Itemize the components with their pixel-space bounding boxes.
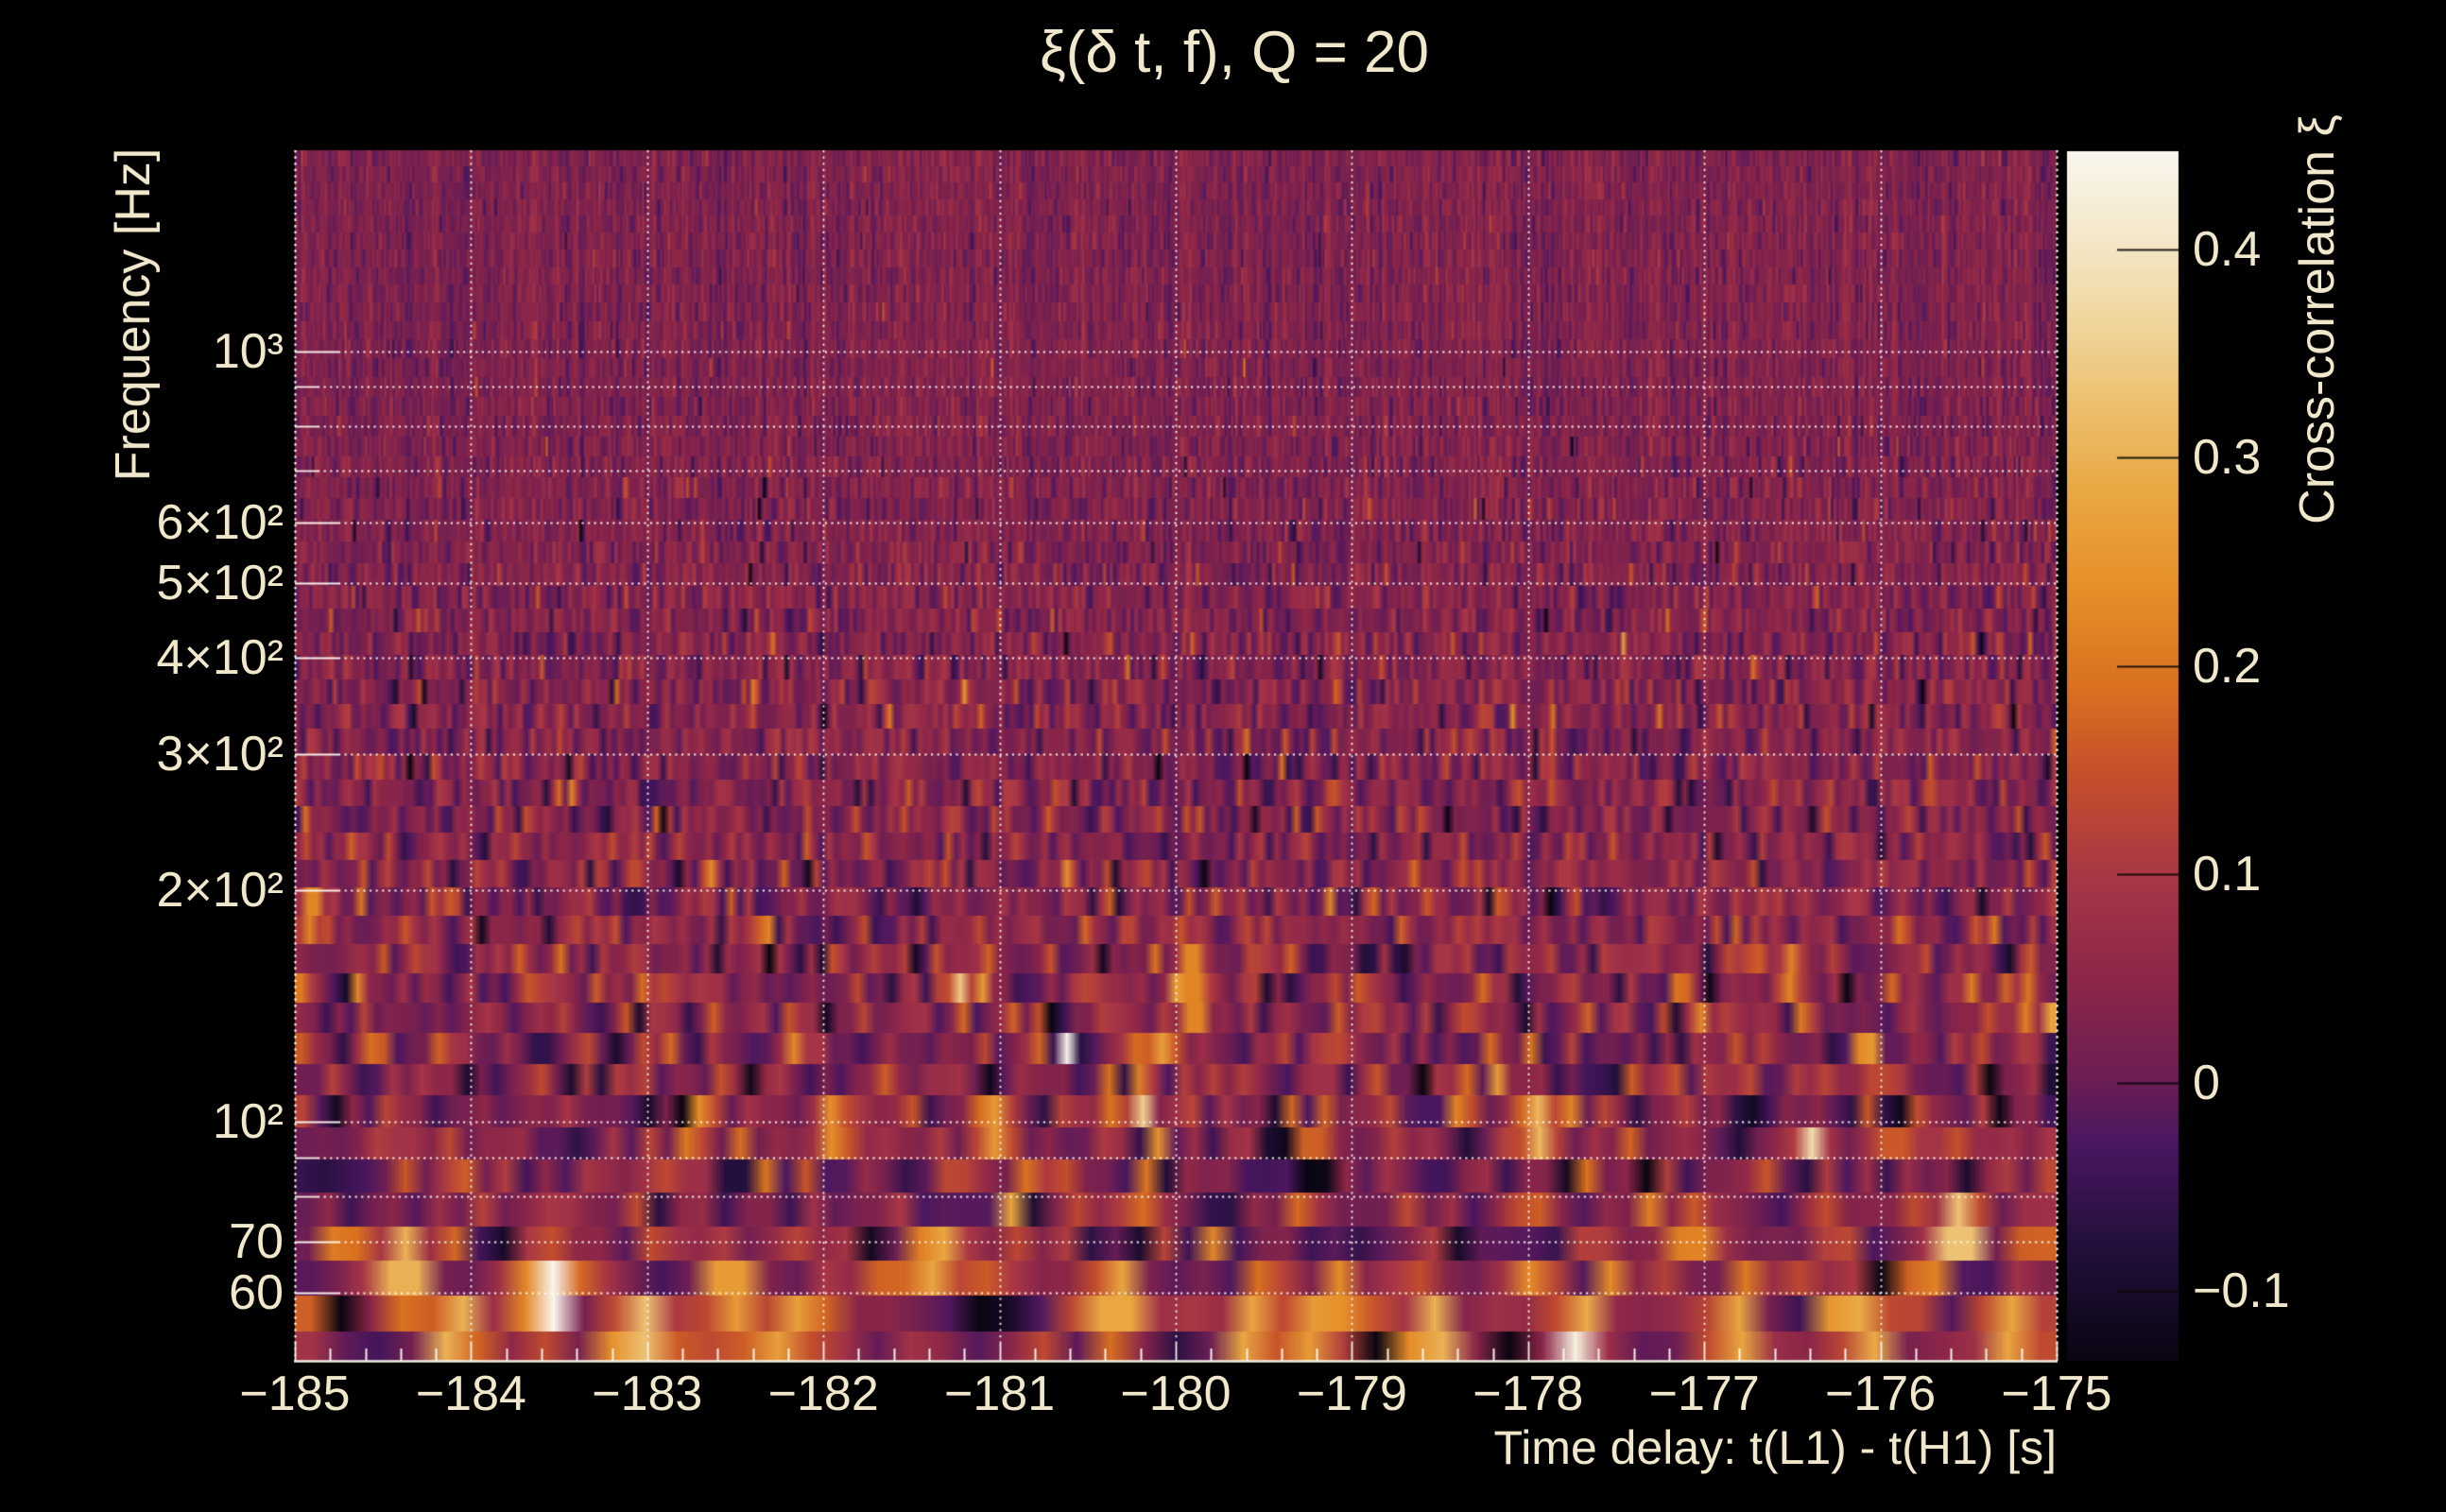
figure: ξ(δ t, f), Q = 20 Frequency [Hz] Time de…: [0, 0, 2446, 1512]
colorbar-title: Cross-correlation ξ: [2290, 114, 2345, 524]
x-axis-title: Time delay: t(L1) - t(H1) [s]: [1493, 1421, 2057, 1474]
heatmap-canvas: [0, 0, 2446, 1512]
y-axis-title: Frequency [Hz]: [106, 147, 161, 482]
chart-title: ξ(δ t, f), Q = 20: [1040, 20, 1429, 85]
